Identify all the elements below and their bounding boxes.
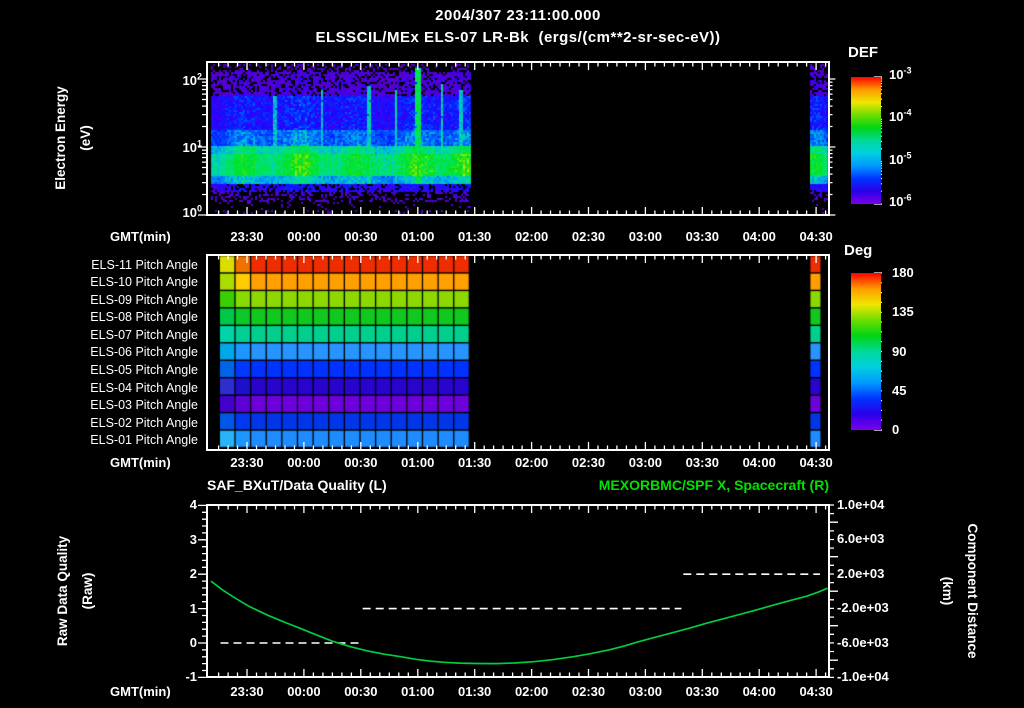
- pitch-row-label: ELS-01 Pitch Angle: [90, 433, 198, 448]
- time-tick-label: 00:00: [287, 455, 321, 470]
- deg-tick-label: 135: [892, 304, 914, 320]
- distance-tick-label: 2.0e+03: [837, 565, 885, 581]
- quality-tick-label: 1: [189, 600, 197, 616]
- energy-tick-label: 100: [182, 203, 202, 220]
- time-tick-label: 00:00: [287, 684, 321, 699]
- time-tick-label: 02:30: [571, 455, 606, 470]
- quality-tick-label: 3: [189, 531, 197, 547]
- distance-tick-label: -1.0e+04: [837, 669, 889, 685]
- time-tick-label: 04:30: [799, 455, 833, 470]
- time-tick-label: 02:00: [514, 455, 549, 470]
- deg-colorbar-title: Deg: [844, 242, 873, 259]
- quality-tick-label: 0: [189, 635, 197, 650]
- pitch-row-label: ELS-07 Pitch Angle: [90, 327, 198, 342]
- time-tick-label: 01:00: [401, 455, 435, 470]
- distance-ylabel: Component Distance (km): [910, 481, 1010, 701]
- def-colorbar-title: DEF: [848, 44, 878, 61]
- pitch-row-label: ELS-10 Pitch Angle: [90, 275, 198, 290]
- time-tick-label: 02:30: [571, 229, 606, 244]
- gmt-label-middle: GMT(min): [110, 455, 171, 470]
- time-tick-label: 01:30: [458, 684, 492, 699]
- pitch-row-label: ELS-05 Pitch Angle: [90, 363, 198, 377]
- time-tick-label: 02:30: [571, 684, 606, 699]
- deg-tick-label: 90: [892, 343, 907, 359]
- distance-tick-label: 6.0e+03: [837, 531, 885, 547]
- time-tick-label: 00:00: [287, 229, 321, 244]
- axis-ticks: [198, 62, 838, 679]
- def-colorbar: [851, 77, 881, 204]
- def-tick-label: 10-5: [889, 150, 912, 167]
- time-tick-label: 00:30: [344, 684, 378, 699]
- distance-tick-label: -6.0e+03: [837, 634, 889, 650]
- def-tick-label: 10-6: [889, 192, 912, 209]
- time-tick-label: 04:30: [799, 684, 833, 699]
- pitch-row-label: ELS-02 Pitch Angle: [90, 415, 198, 430]
- pitch-row-label: ELS-09 Pitch Angle: [90, 292, 198, 307]
- def-tick-label: 10-4: [889, 108, 912, 125]
- deg-colorbar: [851, 273, 881, 430]
- line-panel-right-title: MEXORBMC/SPF X, Spacecraft (R): [598, 477, 829, 493]
- deg-tick-label: 0: [892, 422, 900, 437]
- title-date: 2004/307 23:11:00.000: [435, 7, 601, 24]
- spacecraft-x-curve: [210, 580, 828, 665]
- def-tick-label: 10-3: [889, 65, 912, 82]
- time-tick-label: 01:00: [401, 229, 435, 244]
- line-panel-left-title: SAF_BXuT/Data Quality (L): [207, 477, 387, 493]
- time-tick-label: 04:00: [742, 229, 776, 244]
- deg-tick-label: 45: [892, 382, 907, 398]
- time-tick-label: 04:00: [742, 455, 776, 470]
- panel-frames: [206, 61, 830, 678]
- pitch-row-label: ELS-04 Pitch Angle: [90, 380, 198, 395]
- distance-ylabel-line1: Component Distance: [965, 523, 980, 659]
- spectrogram-ylabel: Electron Energy (eV): [23, 38, 123, 238]
- time-tick-label: 03:00: [628, 455, 663, 470]
- time-tick-label: 04:00: [742, 684, 776, 699]
- spectrogram-ylabel-line1: Electron Energy: [53, 86, 68, 190]
- distance-ylabel-line2: (km): [940, 576, 955, 606]
- pitch-row-label: ELS-06 Pitch Angle: [90, 345, 198, 360]
- time-tick-label: 01:30: [458, 455, 492, 470]
- quality-ylabel-line2: (Raw): [80, 572, 95, 610]
- quality-tick-label: 4: [189, 497, 197, 513]
- pitch-row-label: ELS-03 Pitch Angle: [90, 398, 198, 413]
- gmt-label-top: GMT(min): [110, 229, 171, 244]
- energy-tick-label: 102: [182, 71, 202, 88]
- time-tick-label: 02:00: [514, 229, 549, 244]
- pitch-row-label: ELS-08 Pitch Angle: [90, 310, 198, 325]
- time-tick-label: 03:30: [685, 455, 719, 470]
- time-tick-label: 23:30: [230, 684, 264, 699]
- time-tick-label: 00:30: [344, 229, 378, 244]
- time-tick-label: 23:30: [230, 229, 264, 244]
- title-instrument: ELSSCIL/MEx ELS-07 LR-Bk (ergs/(cm**2-sr…: [315, 29, 721, 46]
- quality-ylabel-line1: Raw Data Quality: [55, 535, 70, 647]
- time-tick-label: 03:00: [628, 229, 663, 244]
- time-tick-label: 01:00: [401, 684, 435, 699]
- pitch-row-label: ELS-11 Pitch Angle: [91, 257, 198, 272]
- cdaweb-plot-image: 2004/307 23:11:00.000 ELSSCIL/MEx ELS-07…: [0, 0, 1024, 708]
- quality-tick-label: 2: [189, 566, 197, 582]
- distance-tick-label: 1.0e+04: [837, 497, 885, 512]
- quality-tick-label: -1: [185, 669, 197, 685]
- quality-ylabel: Raw Data Quality (Raw): [25, 491, 125, 691]
- time-tick-label: 02:00: [514, 684, 549, 699]
- time-tick-label: 03:00: [628, 684, 663, 699]
- time-tick-label: 04:30: [799, 229, 833, 244]
- time-tick-label: 23:30: [230, 455, 264, 470]
- time-tick-label: 01:30: [458, 229, 492, 244]
- time-tick-label: 03:30: [685, 684, 719, 699]
- energy-tick-label: 101: [182, 138, 202, 155]
- deg-tick-label: 180: [892, 265, 914, 280]
- distance-tick-label: -2.0e+03: [837, 600, 889, 616]
- time-tick-label: 03:30: [685, 229, 719, 244]
- spectrogram-ylabel-line2: (eV): [78, 125, 93, 151]
- time-tick-label: 00:30: [344, 455, 378, 470]
- gmt-label-bottom: GMT(min): [110, 684, 171, 699]
